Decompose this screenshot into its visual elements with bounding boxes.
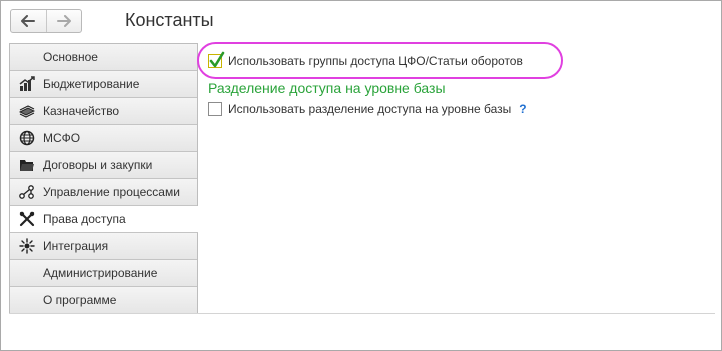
- globe-icon: [19, 130, 35, 146]
- sidebar-item-label: Права доступа: [43, 212, 126, 226]
- arrow-left-icon: [21, 15, 36, 27]
- separation-checkbox-label: Использовать разделение доступа на уровн…: [228, 102, 512, 116]
- money-stack-icon: [19, 103, 35, 119]
- constants-window: Константы Основное Бюджетирование Казнач…: [0, 0, 722, 351]
- process-graph-icon: [19, 184, 35, 200]
- access-groups-checkbox[interactable]: [208, 51, 225, 68]
- tools-icon: [19, 211, 35, 227]
- sidebar-item-contracts[interactable]: Договоры и закупки: [10, 152, 197, 179]
- checkmark-icon: [209, 51, 225, 68]
- section-title: Разделение доступа на уровне базы: [208, 80, 446, 96]
- sidebar-item-label: Основное: [43, 50, 98, 64]
- sidebar-item-label: МСФО: [43, 131, 81, 145]
- sidebar-item-label: О программе: [43, 293, 117, 307]
- sidebar-item-process-management[interactable]: Управление процессами: [10, 179, 197, 206]
- history-nav: [10, 9, 82, 33]
- back-button[interactable]: [11, 10, 46, 32]
- sidebar-item-main[interactable]: Основное: [10, 44, 197, 71]
- integration-sun-icon: [19, 238, 35, 254]
- sidebar-item-label: Бюджетирование: [43, 77, 140, 91]
- forward-button[interactable]: [45, 10, 81, 32]
- folder-icon: [19, 157, 35, 173]
- separation-checkbox-row[interactable]: Использовать разделение доступа на уровн…: [208, 102, 527, 116]
- sidebar-item-label: Интеграция: [43, 239, 109, 253]
- sidebar-item-access-rights[interactable]: Права доступа: [10, 206, 198, 233]
- access-groups-checkbox-row[interactable]: Использовать группы доступа ЦФО/Статьи о…: [208, 51, 523, 68]
- arrow-right-icon: [56, 15, 71, 27]
- sidebar-item-label: Казначейство: [43, 104, 120, 118]
- sidebar-item-treasury[interactable]: Казначейство: [10, 98, 197, 125]
- sidebar-item-budgeting[interactable]: Бюджетирование: [10, 71, 197, 98]
- sidebar-item-about[interactable]: О программе: [10, 287, 197, 314]
- sidebar-item-integration[interactable]: Интеграция: [10, 233, 197, 260]
- sidebar-item-ifrs[interactable]: МСФО: [10, 125, 197, 152]
- sidebar-item-label: Договоры и закупки: [43, 158, 153, 172]
- sidebar-item-administration[interactable]: Администрирование: [10, 260, 197, 287]
- help-button[interactable]: ?: [519, 102, 526, 116]
- bottom-divider: [9, 313, 715, 314]
- separation-checkbox[interactable]: [208, 102, 222, 116]
- access-groups-checkbox-label: Использовать группы доступа ЦФО/Статьи о…: [228, 54, 523, 68]
- budget-chart-icon: [19, 76, 35, 92]
- panel-divider: [197, 43, 198, 314]
- sidebar-item-label: Администрирование: [43, 266, 158, 280]
- page-title: Константы: [125, 10, 214, 30]
- sidebar-item-label: Управление процессами: [43, 185, 180, 199]
- sections-sidebar: Основное Бюджетирование Казначейство МСФ…: [9, 43, 198, 314]
